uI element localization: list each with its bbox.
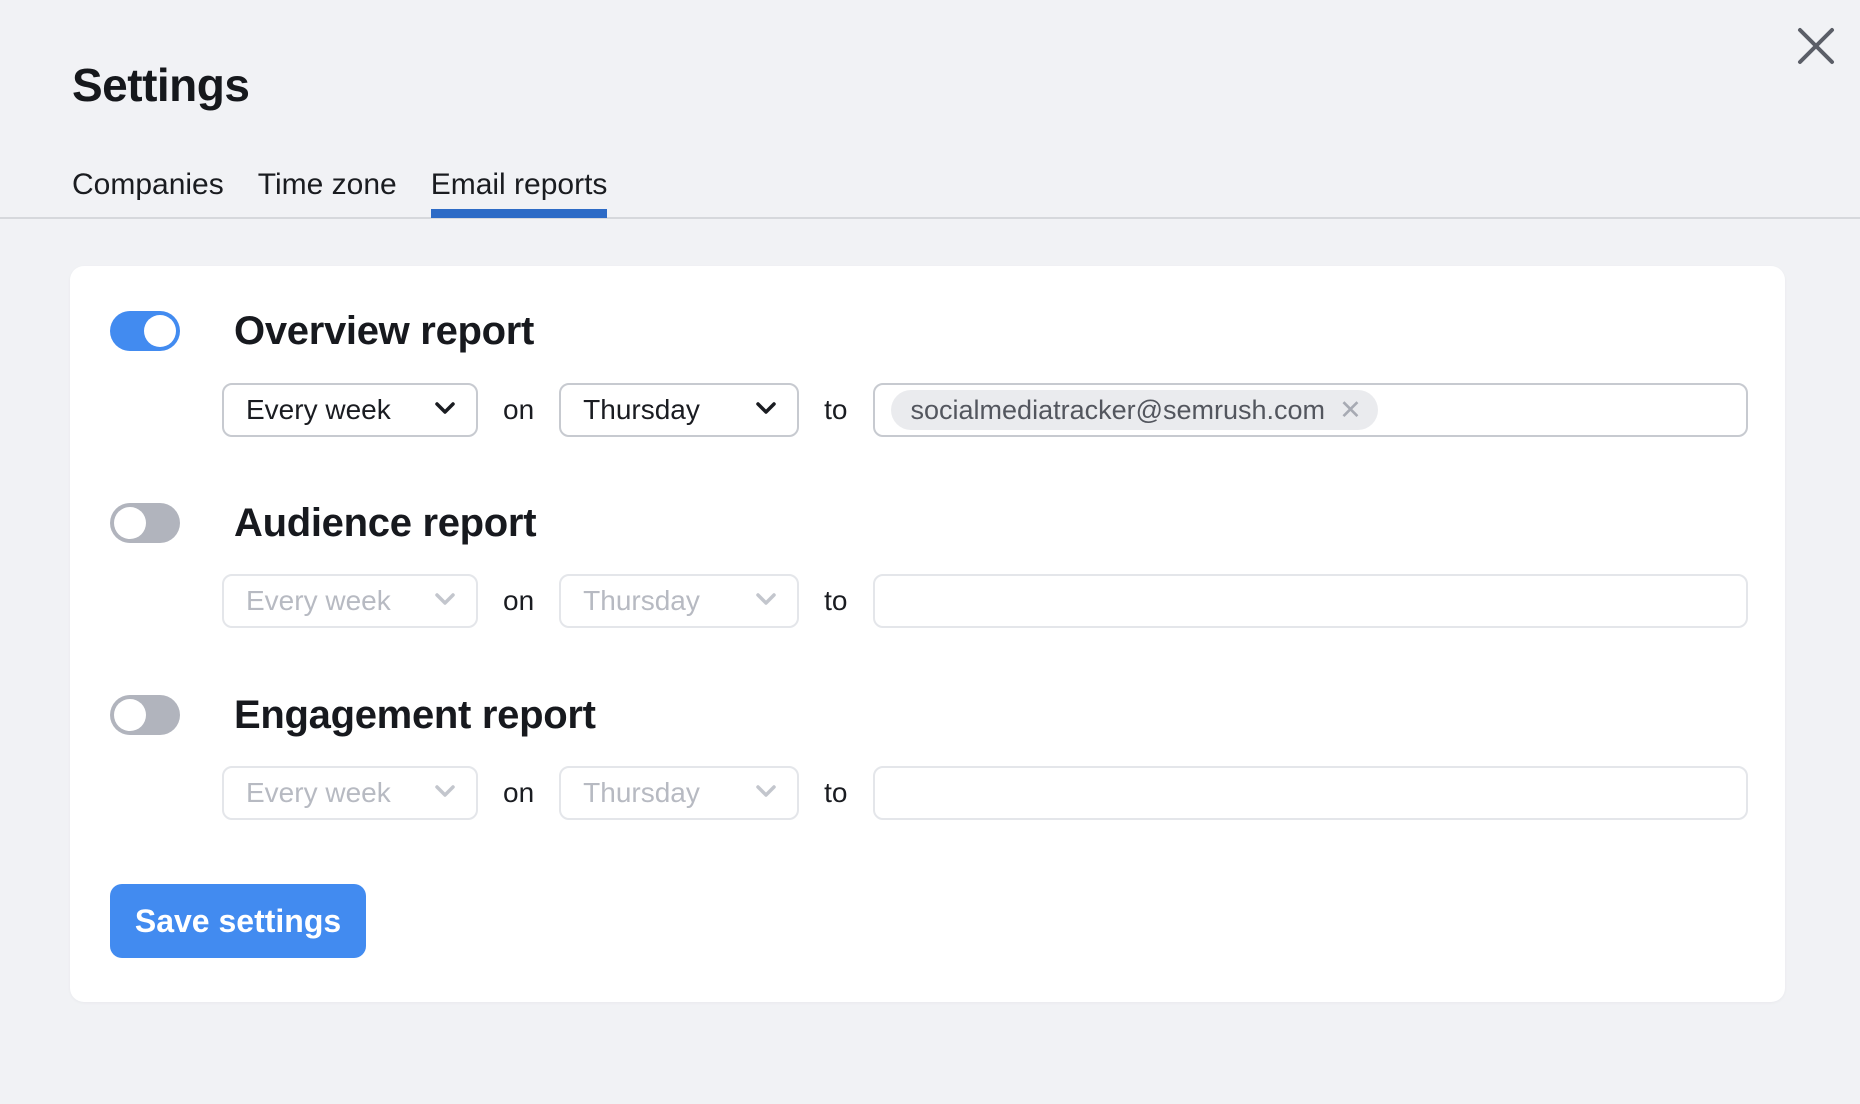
chevron-down-icon: [755, 784, 777, 803]
day-value: Thursday: [583, 777, 700, 809]
tab-bar: Companies Time zone Email reports: [72, 168, 607, 210]
chevron-down-icon: [755, 401, 777, 420]
recipient-email: socialmediatracker@semrush.com: [911, 395, 1326, 426]
tab-companies[interactable]: Companies: [72, 168, 224, 210]
save-settings-button[interactable]: Save settings: [110, 884, 366, 958]
frequency-value: Every week: [246, 777, 391, 809]
toggle-knob: [114, 507, 146, 539]
audience-recipients-input: [873, 574, 1748, 628]
on-label: on: [503, 394, 534, 426]
audience-report-toggle[interactable]: [110, 503, 180, 543]
chevron-down-icon: [755, 592, 777, 611]
on-label: on: [503, 777, 534, 809]
toggle-knob: [114, 699, 146, 731]
frequency-value: Every week: [246, 394, 391, 426]
engagement-report-toggle[interactable]: [110, 695, 180, 735]
chevron-down-icon: [434, 401, 456, 420]
chevron-down-icon: [434, 784, 456, 803]
day-value: Thursday: [583, 585, 700, 617]
to-label: to: [824, 777, 847, 809]
tab-time-zone[interactable]: Time zone: [258, 168, 397, 210]
audience-day-select: Thursday: [559, 574, 799, 628]
audience-report-title: Audience report: [234, 499, 536, 547]
to-label: to: [824, 394, 847, 426]
on-label: on: [503, 585, 534, 617]
page-title: Settings: [72, 58, 249, 112]
frequency-value: Every week: [246, 585, 391, 617]
overview-day-select[interactable]: Thursday: [559, 383, 799, 437]
overview-report-toggle[interactable]: [110, 311, 180, 351]
day-value: Thursday: [583, 394, 700, 426]
close-icon: [1796, 26, 1836, 71]
to-label: to: [824, 585, 847, 617]
tab-email-reports[interactable]: Email reports: [431, 168, 608, 210]
chevron-down-icon: [434, 592, 456, 611]
tabs-divider: [0, 217, 1860, 219]
engagement-report-title: Engagement report: [234, 691, 596, 739]
audience-report-controls: Every week on Thursday to: [222, 574, 1748, 628]
overview-recipients-input[interactable]: socialmediatracker@semrush.com ✕: [873, 383, 1748, 437]
engagement-frequency-select: Every week: [222, 766, 478, 820]
toggle-knob: [144, 315, 176, 347]
engagement-day-select: Thursday: [559, 766, 799, 820]
chip-remove-icon[interactable]: ✕: [1339, 397, 1362, 424]
engagement-recipients-input: [873, 766, 1748, 820]
overview-report-title: Overview report: [234, 307, 534, 355]
email-reports-panel: Overview report Every week on Thursday t…: [70, 266, 1785, 1002]
engagement-report-controls: Every week on Thursday to: [222, 766, 1748, 820]
audience-frequency-select: Every week: [222, 574, 478, 628]
recipient-chip: socialmediatracker@semrush.com ✕: [891, 390, 1378, 430]
settings-modal: Settings Companies Time zone Email repor…: [0, 0, 1860, 1104]
close-button[interactable]: [1792, 24, 1840, 72]
overview-frequency-select[interactable]: Every week: [222, 383, 478, 437]
overview-report-controls: Every week on Thursday to socialmediatra…: [222, 383, 1748, 437]
